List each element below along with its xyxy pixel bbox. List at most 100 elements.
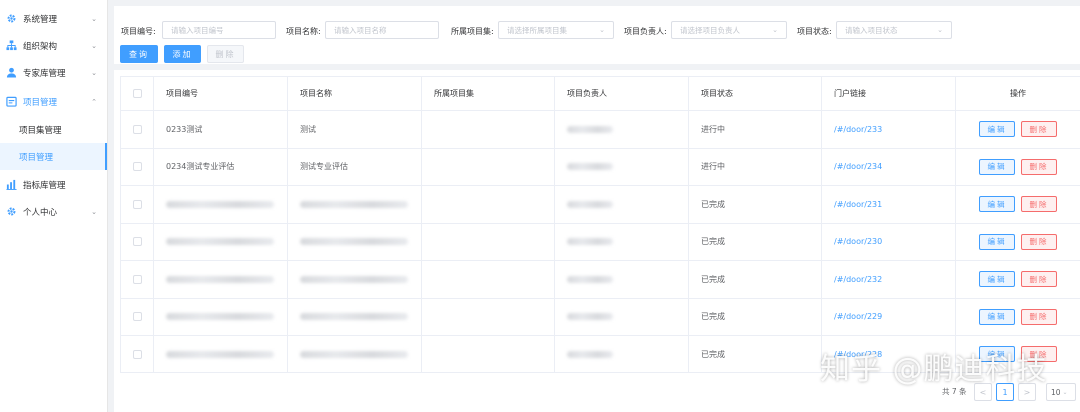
row-delete-button[interactable]: 删除 xyxy=(1021,271,1057,288)
chevron-down-icon: ⌄ xyxy=(937,26,943,34)
row-checkbox[interactable] xyxy=(132,124,142,134)
table-row: 0234测试专业评估 测试专业评估 进行中/#/door/234 编辑 删除 xyxy=(121,148,1080,186)
project-name-label: 项目名称: xyxy=(286,27,321,36)
cell-name xyxy=(288,261,422,298)
sidebar-item-experts[interactable]: 专家库管理 ⌄ xyxy=(0,59,107,86)
cell-owner xyxy=(555,148,689,185)
cell-name xyxy=(288,223,422,260)
sidebar-item-system[interactable]: 系统管理 ⌄ xyxy=(0,5,107,32)
cell-status: 已完成 xyxy=(689,336,822,372)
edit-button[interactable]: 编辑 xyxy=(979,121,1015,138)
prev-page-button[interactable]: < xyxy=(974,383,992,401)
cell-owner xyxy=(555,261,689,298)
sidebar-item-project-sets[interactable]: 项目集管理 xyxy=(0,116,107,143)
row-checkbox-cell xyxy=(121,186,154,223)
cell-actions: 编辑 删除 xyxy=(956,261,1080,298)
cell-project-set xyxy=(422,111,555,148)
cell-project-set xyxy=(422,261,555,298)
user-icon xyxy=(6,67,17,78)
row-checkbox[interactable] xyxy=(132,312,142,322)
cell-link[interactable]: /#/door/228 xyxy=(822,336,956,372)
sidebar-item-indicators[interactable]: 指标库管理 xyxy=(0,171,107,198)
cell-link[interactable]: /#/door/234 xyxy=(822,148,956,185)
project-owner-select[interactable]: 请选择项目负责人 ⌄ xyxy=(671,21,787,39)
chevron-down-icon: ⌄ xyxy=(91,41,97,50)
sidebar-item-label: 项目集管理 xyxy=(19,125,62,136)
row-delete-button[interactable]: 删除 xyxy=(1021,121,1057,138)
sidebar-item-projects[interactable]: 项目管理 ⌃ xyxy=(0,88,107,115)
cell-project-set xyxy=(422,223,555,260)
cell-project-set xyxy=(422,148,555,185)
redacted-text xyxy=(166,200,274,208)
project-status-placeholder: 请输入项目状态 xyxy=(845,25,898,35)
sidebar-item-profile[interactable]: 个人中心 ⌄ xyxy=(0,198,107,225)
edit-button[interactable]: 编辑 xyxy=(979,308,1015,325)
page-size-value: 10 xyxy=(1051,387,1061,397)
project-code-input[interactable] xyxy=(162,21,276,39)
redacted-text xyxy=(300,238,408,246)
cell-project-set xyxy=(422,298,555,335)
edit-button[interactable]: 编辑 xyxy=(979,271,1015,288)
sidebar-item-label: 个人中心 xyxy=(23,207,58,218)
redacted-text xyxy=(567,350,613,358)
sidebar-item-org[interactable]: 组织架构 ⌄ xyxy=(0,32,107,59)
cell-status: 已完成 xyxy=(689,186,822,223)
edit-button[interactable]: 编辑 xyxy=(979,196,1015,213)
edit-button[interactable]: 编辑 xyxy=(979,158,1015,175)
cell-name: 测试专业评估 xyxy=(288,148,422,185)
delete-button[interactable]: 删除 xyxy=(207,45,244,63)
redacted-text xyxy=(166,313,274,321)
row-checkbox[interactable] xyxy=(132,349,142,359)
sidebar-item-project-management[interactable]: 项目管理 xyxy=(0,143,107,170)
chevron-down-icon: ⌄ xyxy=(91,68,97,77)
edit-button[interactable]: 编辑 xyxy=(979,346,1015,363)
cell-code: 0234测试专业评估 xyxy=(154,148,288,185)
sidebar-item-label: 指标库管理 xyxy=(23,180,66,191)
next-page-button[interactable]: > xyxy=(1018,383,1036,401)
project-owner-label: 项目负责人: xyxy=(624,27,667,36)
cell-owner xyxy=(555,111,689,148)
chevron-down-icon: ⌄ xyxy=(772,26,778,34)
project-icon xyxy=(6,96,17,107)
page-1-button[interactable]: 1 xyxy=(996,383,1014,401)
cell-actions: 编辑 删除 xyxy=(956,149,1080,186)
add-button[interactable]: 添加 xyxy=(164,45,201,63)
edit-button[interactable]: 编辑 xyxy=(979,233,1015,250)
table-row: 已完成/#/door/228 编辑 删除 xyxy=(121,336,1080,372)
row-delete-button[interactable]: 删除 xyxy=(1021,308,1057,325)
row-checkbox-cell xyxy=(121,261,154,298)
row-delete-button[interactable]: 删除 xyxy=(1021,346,1057,363)
row-delete-button[interactable]: 删除 xyxy=(1021,158,1057,175)
org-chart-icon xyxy=(6,40,17,51)
cell-link[interactable]: /#/door/229 xyxy=(822,298,956,335)
project-status-label: 项目状态: xyxy=(797,27,832,36)
sidebar: 系统管理 ⌄ 组织架构 ⌄ 专家库管理 ⌄ 项目管理 ⌃ 项目集管理 项目管理 … xyxy=(0,0,108,412)
cell-link[interactable]: /#/door/232 xyxy=(822,261,956,298)
cell-link[interactable]: /#/door/231 xyxy=(822,186,956,223)
row-checkbox[interactable] xyxy=(132,274,142,284)
project-name-input[interactable] xyxy=(325,21,439,39)
header-code: 项目编号 xyxy=(154,77,288,110)
project-set-select[interactable]: 请选择所属项目集 ⌄ xyxy=(498,21,614,39)
chevron-up-icon: ⌃ xyxy=(91,97,97,106)
page-size-select[interactable]: 10 ⌄ xyxy=(1046,383,1076,401)
cell-link[interactable]: /#/door/233 xyxy=(822,111,956,148)
select-all-checkbox[interactable] xyxy=(132,89,142,98)
redacted-text xyxy=(567,313,613,321)
cell-name xyxy=(288,186,422,223)
cell-link[interactable]: /#/door/230 xyxy=(822,223,956,260)
pagination-total: 共 7 条 xyxy=(942,387,967,396)
row-checkbox[interactable] xyxy=(132,237,142,247)
row-checkbox[interactable] xyxy=(132,199,142,209)
query-button[interactable]: 查询 xyxy=(120,45,158,63)
row-delete-button[interactable]: 删除 xyxy=(1021,233,1057,250)
cell-code xyxy=(154,223,288,260)
sidebar-item-label: 项目管理 xyxy=(19,152,54,163)
redacted-text xyxy=(300,275,408,283)
chevron-down-icon: ⌄ xyxy=(599,26,605,34)
project-status-select[interactable]: 请输入项目状态 ⌄ xyxy=(836,21,952,39)
cell-code xyxy=(154,186,288,223)
row-delete-button[interactable]: 删除 xyxy=(1021,196,1057,213)
cell-status: 已完成 xyxy=(689,298,822,335)
row-checkbox[interactable] xyxy=(132,162,142,172)
